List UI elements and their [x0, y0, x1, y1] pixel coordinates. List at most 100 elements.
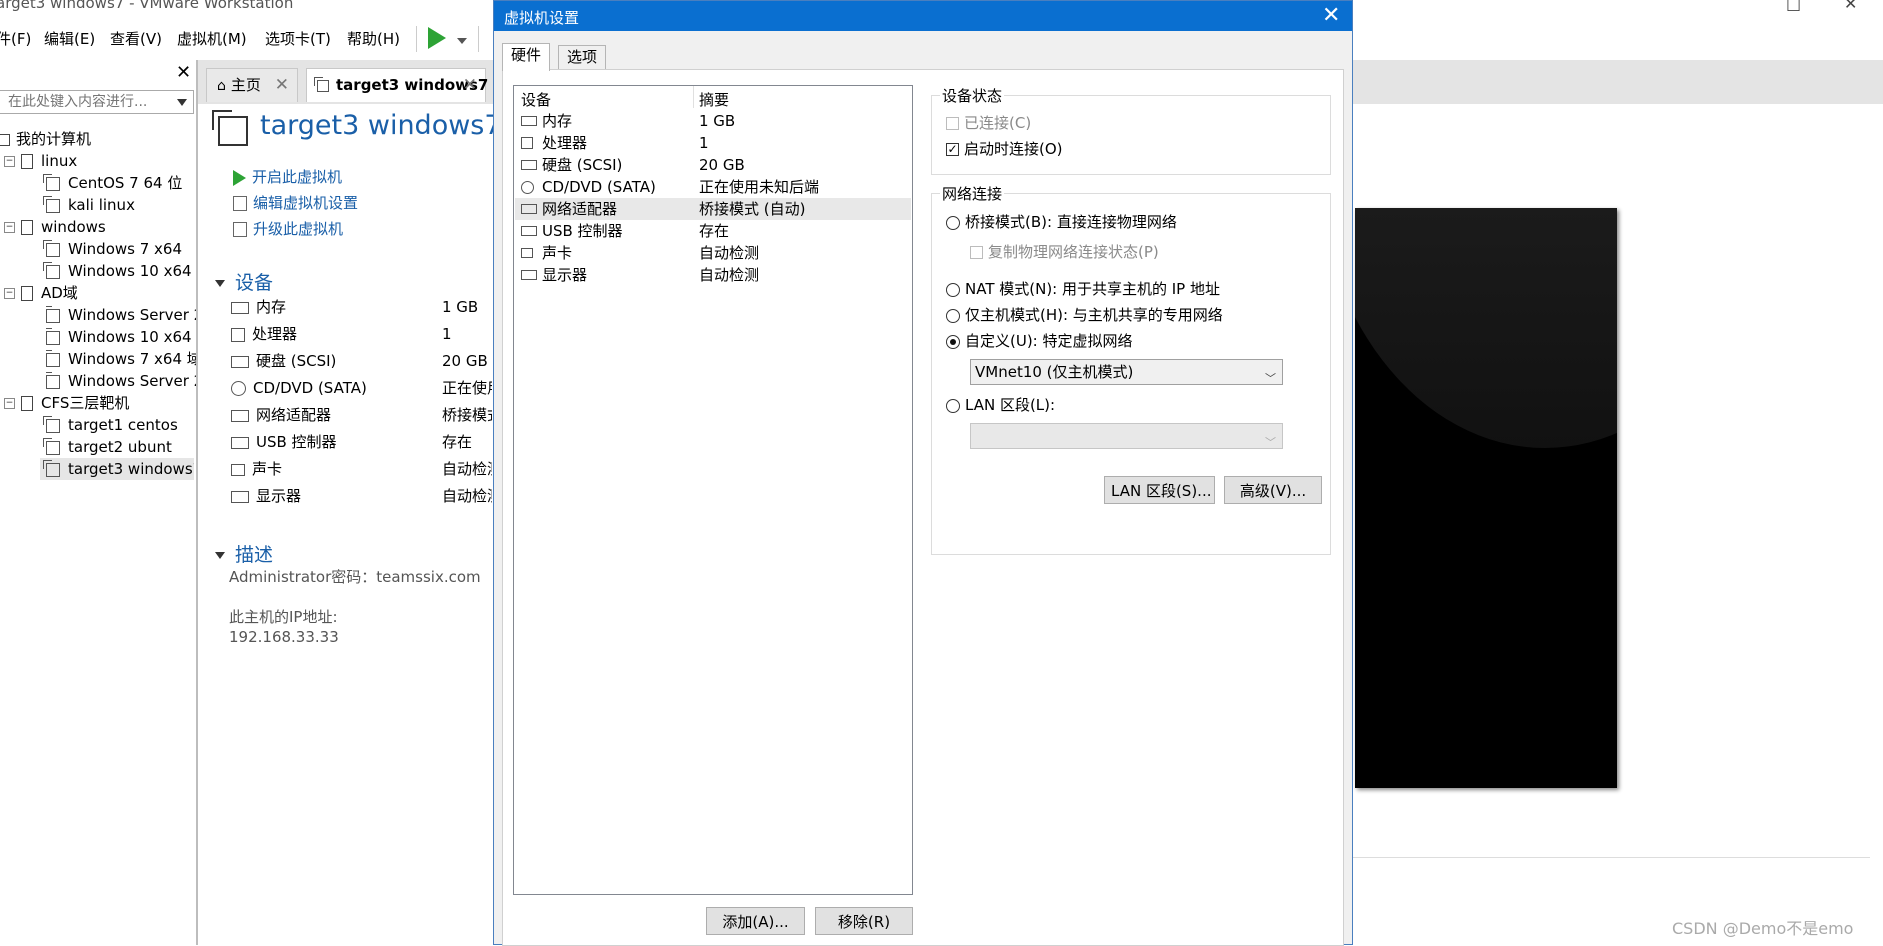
- dialog-panel: 设备 摘要 内存 1 GB 处理器 1 硬盘 (SCSI) 20 GB CD/DVD …: [502, 69, 1344, 946]
- upgrade-action[interactable]: 升级此虚拟机: [233, 218, 343, 239]
- tree-item-vm[interactable]: Windows 10 x64: [43, 260, 192, 282]
- col-header-summary[interactable]: 摘要: [699, 89, 729, 110]
- remove-device-button[interactable]: 移除(R): [815, 907, 913, 935]
- device-list-item[interactable]: 处理器 1: [515, 132, 911, 154]
- tree-item-vm[interactable]: target2 ubunt: [43, 436, 172, 458]
- custom-network-select[interactable]: VMnet10 (仅主机模式) ﹀: [970, 359, 1283, 385]
- collapse-icon[interactable]: −: [4, 156, 15, 167]
- usb-icon: [521, 226, 537, 236]
- folder-icon: [21, 220, 33, 235]
- tab-close-icon[interactable]: ✕: [463, 69, 477, 101]
- library-close-icon[interactable]: ✕: [176, 62, 191, 83]
- tree-item-vm[interactable]: Windows 7 x64: [43, 238, 182, 260]
- device-row[interactable]: 显示器: [231, 485, 301, 507]
- menu-file[interactable]: 件(F): [0, 28, 31, 49]
- menu-view[interactable]: 查看(V): [110, 28, 162, 49]
- tree-item-my-computer[interactable]: 我的计算机: [0, 128, 91, 150]
- add-device-button[interactable]: 添加(A)...: [706, 907, 805, 935]
- dialog-title-bar: 虚拟机设置 ✕: [494, 1, 1352, 31]
- library-search: [0, 90, 194, 114]
- device-row[interactable]: CD/DVD (SATA): [231, 377, 367, 399]
- advanced-button[interactable]: 高级(V)...: [1224, 476, 1322, 504]
- search-dropdown-icon[interactable]: [177, 99, 187, 106]
- tree-item-vm[interactable]: Windows 10 x64 域: [46, 326, 196, 348]
- device-list-item[interactable]: 显示器 自动检测: [515, 264, 911, 286]
- toolbar-separator: [416, 26, 417, 52]
- tab-options[interactable]: 选项: [558, 45, 607, 69]
- tree-item-vm[interactable]: Windows Server 2: [46, 304, 196, 326]
- device-row[interactable]: 网络适配器: [231, 404, 331, 426]
- collapse-triangle-icon: [215, 552, 225, 559]
- device-list-item-selected[interactable]: 网络适配器 桥接模式 (自动): [515, 198, 911, 220]
- power-on-action[interactable]: 开启此虚拟机: [233, 166, 342, 187]
- device-row[interactable]: 硬盘 (SCSI): [231, 350, 336, 372]
- library-search-input[interactable]: [0, 91, 170, 113]
- tree-item-vm[interactable]: target1 centos: [43, 414, 178, 436]
- device-row[interactable]: 声卡: [231, 458, 282, 480]
- replicate-state-checkbox[interactable]: 复制物理网络连接状态(P): [970, 241, 1159, 262]
- maximize-icon[interactable]: □: [1786, 0, 1801, 13]
- tab-home[interactable]: ⌂ 主页 ✕: [206, 68, 298, 102]
- bridged-radio[interactable]: 桥接模式(B): 直接连接物理网络: [946, 211, 1177, 232]
- col-header-device[interactable]: 设备: [521, 89, 551, 110]
- computer-icon: [0, 133, 10, 146]
- vm-icon: [314, 76, 329, 92]
- power-dropdown-icon[interactable]: [457, 38, 467, 44]
- custom-radio[interactable]: 自定义(U): 特定虚拟网络: [946, 330, 1133, 351]
- tree-item-folder[interactable]: − AD域: [4, 282, 78, 304]
- play-icon: [233, 169, 246, 186]
- tree-item-vm-selected[interactable]: target3 windows7: [40, 458, 194, 480]
- window-close-icon[interactable]: ✕: [1844, 0, 1857, 13]
- devices-section-header[interactable]: 设备: [215, 268, 273, 295]
- tab-hardware[interactable]: 硬件: [502, 43, 551, 71]
- radio-circle-selected: [946, 334, 960, 349]
- power-on-icon[interactable]: [428, 27, 446, 49]
- device-row[interactable]: USB 控制器: [231, 431, 337, 453]
- tree-item-vm[interactable]: CentOS 7 64 位: [43, 172, 182, 194]
- edit-settings-action[interactable]: 编辑虚拟机设置: [233, 192, 358, 213]
- preview-gloss: [1355, 208, 1617, 448]
- tree-item-vm[interactable]: kali linux: [43, 194, 135, 216]
- nat-radio[interactable]: NAT 模式(N): 用于共享主机的 IP 地址: [946, 278, 1220, 299]
- collapse-triangle-icon: [215, 280, 225, 287]
- tab-close-icon[interactable]: ✕: [275, 69, 289, 101]
- collapse-icon[interactable]: −: [4, 398, 15, 409]
- chevron-down-icon: ﹀: [1265, 372, 1276, 385]
- lan-segments-button[interactable]: LAN 区段(S)...: [1104, 476, 1215, 504]
- collapse-icon[interactable]: −: [4, 222, 15, 233]
- checkbox-box: [946, 117, 959, 130]
- connect-at-power-on-checkbox[interactable]: ✓ 启动时连接(O): [946, 138, 1063, 159]
- dialog-close-icon[interactable]: ✕: [1322, 3, 1340, 28]
- menu-vm[interactable]: 虚拟机(M): [177, 28, 247, 49]
- tab-target3[interactable]: target3 windows7 ✕: [306, 68, 488, 102]
- edit-icon: [233, 196, 247, 211]
- tree-item-folder[interactable]: − windows: [4, 216, 106, 238]
- lan-segment-radio[interactable]: LAN 区段(L):: [946, 394, 1055, 415]
- description-section-header[interactable]: 描述: [215, 540, 273, 567]
- device-list-item[interactable]: CD/DVD (SATA) 正在使用未知后端: [515, 176, 911, 198]
- description-line: 此主机的IP地址:: [229, 608, 338, 626]
- tree-item-vm[interactable]: Windows 7 x64 域: [46, 348, 196, 370]
- menu-tabs[interactable]: 选项卡(T): [265, 28, 331, 49]
- column-separator[interactable]: [693, 86, 694, 108]
- menu-edit[interactable]: 编辑(E): [44, 28, 95, 49]
- device-row[interactable]: 内存: [231, 296, 286, 318]
- collapse-icon[interactable]: −: [4, 288, 15, 299]
- device-value: 1: [442, 325, 452, 343]
- device-row[interactable]: 处理器: [231, 323, 297, 345]
- device-list-item[interactable]: 硬盘 (SCSI) 20 GB: [515, 154, 911, 176]
- tree-item-folder[interactable]: − CFS三层靶机: [4, 392, 129, 414]
- lan-segment-select[interactable]: ﹀: [970, 423, 1283, 449]
- device-list-item[interactable]: USB 控制器 存在: [515, 220, 911, 242]
- device-list-item[interactable]: 内存 1 GB: [515, 110, 911, 132]
- menu-help[interactable]: 帮助(H): [347, 28, 400, 49]
- memory-icon: [231, 301, 249, 314]
- tree-item-vm[interactable]: Windows Server 2: [46, 370, 196, 392]
- device-status-legend: 设备状态: [942, 87, 1003, 105]
- device-list-item[interactable]: 声卡 自动检测: [515, 242, 911, 264]
- host-only-radio[interactable]: 仅主机模式(H): 与主机共享的专用网络: [946, 304, 1223, 325]
- connected-checkbox[interactable]: 已连接(C): [946, 112, 1031, 133]
- tree-item-folder[interactable]: − linux: [4, 150, 77, 172]
- vm-preview-screen[interactable]: [1355, 208, 1617, 788]
- chevron-down-icon: ﹀: [1265, 436, 1276, 449]
